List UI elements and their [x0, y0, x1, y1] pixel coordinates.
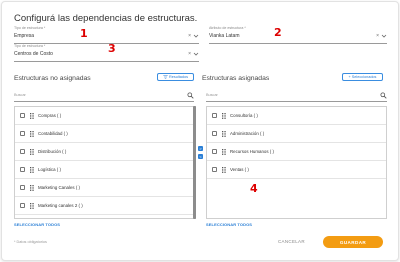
list-item-label: Marketing Canales ( ) [38, 185, 80, 190]
field-value: Vianka Latam [209, 33, 240, 39]
results-button[interactable]: Resultados [157, 73, 194, 81]
chevron-down-icon[interactable] [381, 33, 387, 39]
list-item-label: Marketing canales 2 ( ) [38, 203, 83, 208]
assigned-title: Estructuras asignadas [202, 75, 270, 82]
scrollbar[interactable] [193, 106, 196, 219]
unassigned-title: Estructuras no asignadas [14, 75, 91, 82]
required-note: * Datos obligatorios [14, 240, 47, 244]
move-left-button[interactable]: < [198, 154, 203, 159]
search-placeholder: Buscar [206, 93, 218, 97]
field-label: Tipo de estructura * [14, 26, 46, 30]
unassigned-search-input[interactable]: Buscar [14, 92, 194, 102]
field-value: Centros de Costo [14, 51, 53, 57]
field-label: Atributo de estructura * [209, 26, 246, 30]
list-item[interactable]: Administración ( ) [207, 125, 386, 143]
annotation-3: 3 [108, 42, 116, 55]
checkbox[interactable] [212, 149, 217, 154]
checkbox[interactable] [20, 203, 25, 208]
list-item-label: Administración ( ) [230, 131, 265, 136]
chevron-down-icon[interactable] [193, 51, 199, 57]
search-placeholder: Buscar [14, 93, 26, 97]
list-item[interactable]: Contabilidad ( ) [15, 125, 195, 143]
field-value: Empresa [14, 33, 35, 39]
dialog: Configurá las dependencias de estructura… [1, 1, 399, 261]
search-icon[interactable] [187, 92, 194, 99]
plus-icon: + [348, 75, 351, 79]
chevron-down-icon[interactable] [193, 33, 199, 39]
results-button-label: Resultados [169, 75, 188, 79]
drag-handle-icon[interactable] [222, 167, 226, 173]
list-item[interactable]: Logística ( ) [15, 161, 195, 179]
annotation-4: 4 [250, 182, 258, 195]
drag-handle-icon[interactable] [222, 149, 226, 155]
checkbox[interactable] [212, 167, 217, 172]
checkbox[interactable] [212, 113, 217, 118]
checkbox[interactable] [20, 149, 25, 154]
list-item[interactable]: Marketing canales 2 ( ) [15, 197, 195, 215]
tipo-estructura-secundaria-select[interactable]: Tipo de estructura * Centros de Costo × [14, 44, 199, 62]
drag-handle-icon[interactable] [30, 149, 34, 155]
drag-handle-icon[interactable] [222, 131, 226, 137]
checkbox[interactable] [212, 131, 217, 136]
drag-handle-icon[interactable] [222, 113, 226, 119]
assigned-search-input[interactable]: Buscar [206, 92, 387, 102]
list-item-label: Contabilidad ( ) [38, 131, 68, 136]
drag-handle-icon[interactable] [30, 167, 34, 173]
list-item[interactable]: Distribución ( ) [15, 143, 195, 161]
cancel-button[interactable]: CANCELAR [278, 239, 305, 244]
checkbox[interactable] [20, 131, 25, 136]
drag-handle-icon[interactable] [30, 131, 34, 137]
atributo-estructura-select[interactable]: Atributo de estructura * Vianka Latam × [209, 26, 387, 44]
select-all-unassigned-link[interactable]: SELECCIONAR TODOS [14, 222, 60, 227]
move-right-button[interactable]: > [198, 146, 203, 151]
field-label: Tipo de estructura * [14, 44, 46, 48]
list-item[interactable]: Consultoría ( ) [207, 107, 386, 125]
list-item-label: Compras ( ) [38, 113, 62, 118]
list-item-label: Ventas ( ) [230, 167, 249, 172]
list-item[interactable]: Recursos Humanos ( ) [207, 143, 386, 161]
tipo-estructura-select[interactable]: Tipo de estructura * Empresa × [14, 26, 199, 44]
checkbox[interactable] [20, 113, 25, 118]
annotation-1: 1 [80, 27, 88, 40]
unassigned-list[interactable]: Compras ( ) Contabilidad ( ) Distribució… [14, 106, 196, 219]
drag-handle-icon[interactable] [30, 185, 34, 191]
list-item[interactable]: Compras ( ) [15, 107, 195, 125]
drag-handle-icon[interactable] [30, 203, 34, 209]
annotation-2: 2 [274, 26, 282, 39]
select-all-assigned-link[interactable]: SELECCIONAR TODOS [206, 222, 252, 227]
dialog-title: Configurá las dependencias de estructura… [14, 13, 198, 24]
close-icon[interactable]: × [188, 33, 191, 39]
checkbox[interactable] [20, 185, 25, 190]
assigned-list[interactable]: Consultoría ( ) Administración ( ) Recur… [206, 106, 387, 219]
list-item[interactable]: Marketing Canales ( ) [15, 179, 195, 197]
list-item-label: Recursos Humanos ( ) [230, 149, 274, 154]
selected-button-label: Seleccionados [351, 75, 377, 79]
list-item-label: Consultoría ( ) [230, 113, 258, 118]
close-icon[interactable]: × [188, 51, 191, 57]
filter-icon [163, 75, 168, 79]
list-item[interactable]: Ventas ( ) [207, 161, 386, 179]
close-icon[interactable]: × [376, 33, 379, 39]
list-item-label: Distribución ( ) [38, 149, 67, 154]
save-button[interactable]: GUARDAR [323, 236, 383, 248]
checkbox[interactable] [20, 167, 25, 172]
selected-button[interactable]: + Seleccionados [342, 73, 383, 81]
search-icon[interactable] [380, 92, 387, 99]
list-item-label: Logística ( ) [38, 167, 61, 172]
drag-handle-icon[interactable] [30, 113, 34, 119]
